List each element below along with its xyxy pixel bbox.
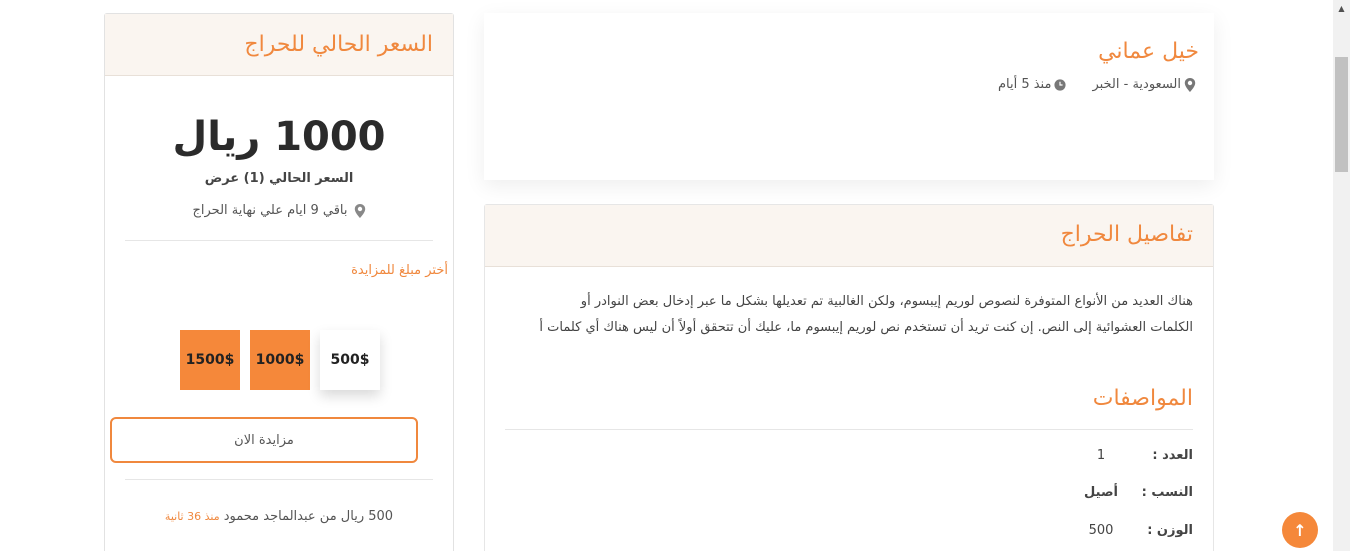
price-card-header: السعر الحالي للحراج <box>105 14 453 76</box>
listing-location: السعودية - الخبر <box>1092 77 1196 92</box>
spec-label: الوزن : <box>1147 523 1193 538</box>
details-card: تفاصيل الحراج هناك العديد من الأنواع الم… <box>484 204 1214 551</box>
price-subtitle: السعر الحالي (1) عرض <box>204 171 354 186</box>
map-pin-icon <box>1184 77 1196 92</box>
spec-value: 1 <box>1096 448 1106 463</box>
specs-divider <box>505 429 1193 430</box>
current-price: 1000 ريال <box>172 114 386 160</box>
bid-amount-option[interactable]: 1000$ <box>250 330 310 390</box>
spec-value: 500 <box>1088 523 1114 538</box>
arrow-up-icon: ↑ <box>1293 520 1307 540</box>
bid-amount-options: 1500$ 1000$ 500$ <box>180 330 380 390</box>
price-card: السعر الحالي للحراج 1000 ريال السعر الحا… <box>104 13 454 551</box>
details-header: تفاصيل الحراج <box>485 205 1213 267</box>
listing-title-card: خيل عماني السعودية - الخبر منذ 5 أيام <box>484 13 1214 180</box>
scroll-up-arrow-icon[interactable]: ▲ <box>1333 0 1350 17</box>
time-remaining-text: باقي 9 ايام علي نهاية الحراج <box>192 203 348 218</box>
spec-label: النسب : <box>1141 485 1193 500</box>
clock-icon <box>1054 78 1067 91</box>
bid-amount-option[interactable]: 1500$ <box>180 330 240 390</box>
scroll-to-top-button[interactable]: ↑ <box>1282 512 1318 548</box>
listing-meta: السعودية - الخبر منذ 5 أيام <box>998 77 1196 92</box>
price-card-heading: السعر الحالي للحراج <box>244 32 433 57</box>
listing-posted-text: منذ 5 أيام <box>997 77 1052 92</box>
choose-amount-label: أختر مبلغ للمزايدة <box>351 263 448 278</box>
last-bid-text: 500 ريال من عبدالماجد محمود <box>223 509 394 524</box>
listing-title: خيل عماني <box>1098 39 1199 64</box>
specs-heading: المواصفات <box>1092 386 1193 411</box>
spec-row-lineage: النسب : أصيل <box>1071 485 1193 500</box>
divider <box>125 479 433 480</box>
details-description: هناك العديد من الأنواع المتوفرة لنصوص لو… <box>539 294 1193 335</box>
bid-now-button[interactable]: مزايدة الان <box>110 417 418 463</box>
vertical-scrollbar[interactable]: ▲ <box>1333 0 1350 551</box>
map-pin-icon <box>354 203 365 218</box>
last-bid-time: منذ 36 ثانية <box>164 510 220 523</box>
bid-amount-option-selected[interactable]: 500$ <box>320 330 380 390</box>
divider <box>125 240 433 241</box>
details-heading: تفاصيل الحراج <box>1060 222 1193 247</box>
listing-location-text: السعودية - الخبر <box>1092 77 1181 92</box>
spec-row-weight: الوزن : 500 <box>1071 523 1193 538</box>
spec-value: أصيل <box>1084 485 1118 500</box>
last-bid-entry: 500 ريال من عبدالماجد محمود منذ 36 ثانية <box>105 509 453 524</box>
spec-row-count: العدد : 1 <box>1071 448 1193 463</box>
scrollbar-thumb[interactable] <box>1335 57 1348 172</box>
listing-posted: منذ 5 أيام <box>998 77 1067 92</box>
time-remaining: باقي 9 ايام علي نهاية الحراج <box>105 203 453 218</box>
spec-label: العدد : <box>1152 448 1193 463</box>
